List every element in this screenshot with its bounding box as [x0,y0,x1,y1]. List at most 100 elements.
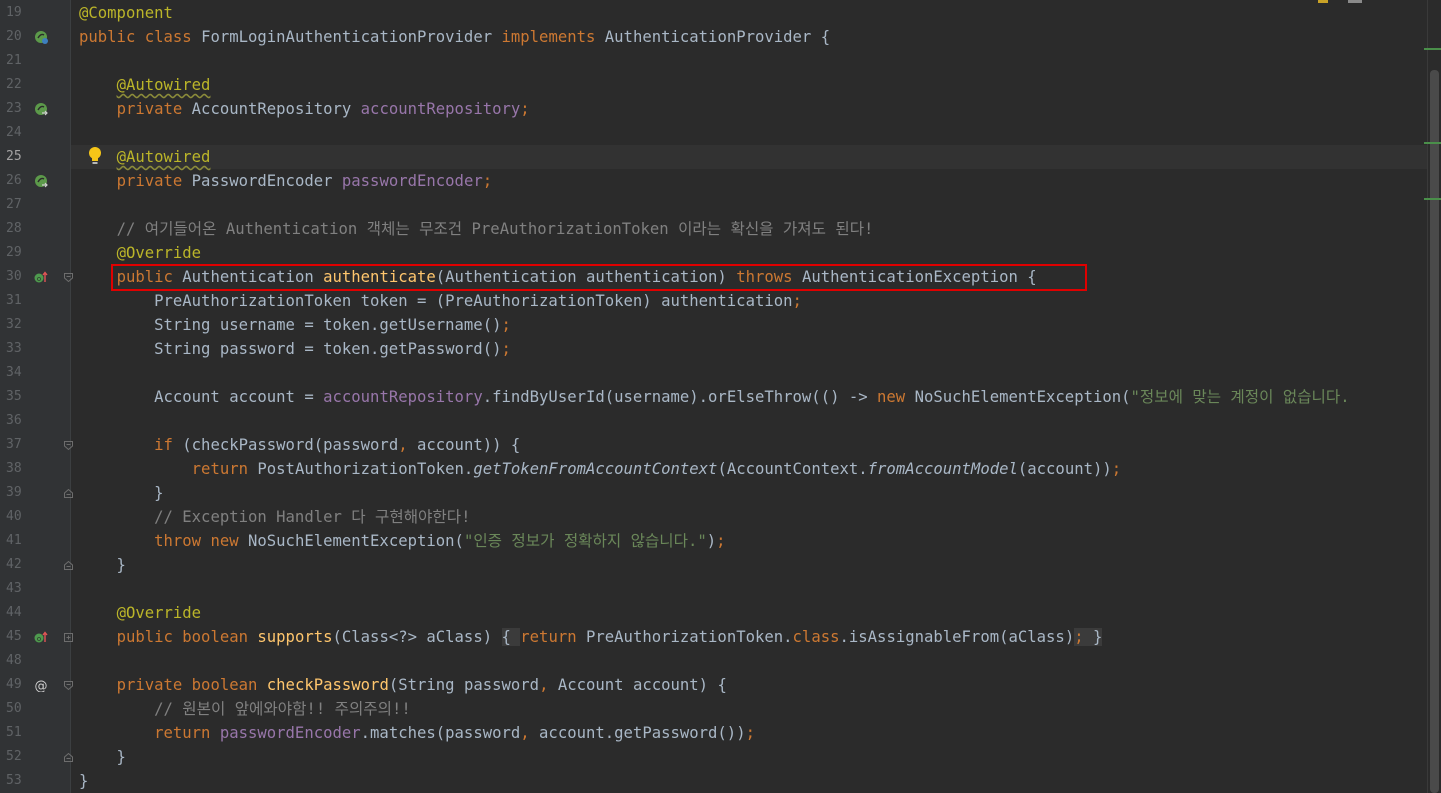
gutter-line[interactable]: 21 [0,49,70,73]
lightbulb-icon[interactable] [87,146,103,166]
line-number: 29 [6,245,22,260]
gutter-line[interactable]: 53 [0,769,70,793]
spring-autowired-icon[interactable] [34,102,48,116]
gutter-line[interactable]: 35 [0,385,70,409]
code-line[interactable] [71,193,1427,217]
code-line[interactable] [71,49,1427,73]
code-token: public boolean [116,628,258,646]
code-line[interactable]: String password = token.getPassword(); [71,337,1427,361]
code-line[interactable]: @Autowired [71,145,1427,169]
gutter-line[interactable]: 23 [0,97,70,121]
code-line[interactable]: private PasswordEncoder passwordEncoder; [71,169,1427,193]
code-line[interactable]: Account account = accountRepository.find… [71,385,1427,409]
gutter-line[interactable]: 43 [0,577,70,601]
gutter-line[interactable]: 24 [0,121,70,145]
gutter-line[interactable]: 39 [0,481,73,505]
code-token: , [398,436,417,454]
code-token: (checkPassword(password [182,436,399,454]
gutter-line[interactable]: 44 [0,601,70,625]
code-line[interactable]: } [71,769,1427,793]
code-line[interactable]: // 여기들어온 Authentication 객체는 무조건 PreAutho… [71,217,1427,241]
spring-autowired-icon[interactable] [34,174,48,188]
code-line[interactable]: private AccountRepository accountReposit… [71,97,1427,121]
code-line[interactable]: } [71,553,1427,577]
code-line[interactable]: // Exception Handler 다 구현해야한다! [71,505,1427,529]
at-icon[interactable]: @ [34,678,48,692]
code-line[interactable]: private boolean checkPassword(String pas… [71,673,1427,697]
gutter-line[interactable]: 33 [0,337,70,361]
code-token: @Component [79,4,173,22]
change-marker[interactable] [1424,142,1441,144]
gutter-line[interactable]: 31 [0,289,70,313]
code-line[interactable]: } [71,481,1427,505]
inspection-indicator[interactable] [1318,0,1378,3]
line-number: 35 [6,389,22,404]
line-number: 43 [6,581,22,596]
gutter-line[interactable]: 37 [0,433,73,457]
gutter-line[interactable]: 25 [0,145,70,169]
code-text: @Override [79,241,202,265]
code-text: public class FormLoginAuthenticationProv… [79,25,830,49]
gutter-line[interactable]: 32 [0,313,70,337]
gutter-line[interactable]: 40 [0,505,70,529]
gutter-line[interactable]: 52 [0,745,73,769]
gutter-line[interactable]: 50 [0,697,70,721]
code-line[interactable] [71,409,1427,433]
override-icon[interactable]: o [34,630,48,644]
code-line[interactable]: @Autowired [71,73,1427,97]
code-line[interactable]: return PostAuthorizationToken.getTokenFr… [71,457,1427,481]
gutter-line[interactable]: 41 [0,529,70,553]
gutter-line[interactable]: 49 @ [0,673,73,697]
vertical-scrollbar-thumb[interactable] [1430,70,1439,793]
gutter-line[interactable]: 42 [0,553,73,577]
code-line[interactable] [71,121,1427,145]
code-token: fromAccountModel [867,460,1018,478]
code-line[interactable]: @Override [71,241,1427,265]
gutter-line[interactable]: 27 [0,193,70,217]
code-line[interactable] [71,649,1427,673]
line-number: 44 [6,605,22,620]
gutter-line[interactable]: 34 [0,361,70,385]
code-text: throw new NoSuchElementException("인증 정보가… [79,529,725,553]
code-line[interactable]: // 원본이 앞에와야함!! 주의주의!! [71,697,1427,721]
change-marker[interactable] [1424,198,1441,200]
gutter-line[interactable]: 20 [0,25,70,49]
line-number: 20 [6,29,22,44]
code-line[interactable]: public boolean supports(Class<?> aClass)… [71,625,1427,649]
code-line[interactable]: } [71,745,1427,769]
code-line[interactable] [71,361,1427,385]
gutter-line[interactable]: 38 [0,457,70,481]
gutter-line[interactable]: 48 [0,649,70,673]
gutter-line[interactable]: 26 [0,169,70,193]
code-token: passwordEncoder [219,724,361,742]
code-token: @Autowired [116,76,211,94]
change-marker[interactable] [1424,48,1441,50]
override-icon[interactable]: o [34,270,48,284]
code-token: } [79,484,164,502]
code-editor[interactable]: @Component public class FormLoginAuthenti… [71,0,1427,793]
code-line[interactable] [71,577,1427,601]
gutter-line[interactable]: 45 o [0,625,73,649]
code-line[interactable]: PreAuthorizationToken token = (PreAuthor… [71,289,1427,313]
gutter-line[interactable]: 19 [0,1,70,25]
gutter-line[interactable]: 30 o [0,265,73,289]
gutter-line[interactable]: 36 [0,409,70,433]
code-line[interactable]: String username = token.getUsername(); [71,313,1427,337]
spring-bean-icon[interactable] [34,30,48,44]
gutter-line[interactable]: 28 [0,217,70,241]
code-token: checkPassword [266,676,389,694]
gutter-line[interactable]: 51 [0,721,70,745]
gutter-line[interactable]: 22 [0,73,70,97]
code-line[interactable]: public class FormLoginAuthenticationProv… [71,25,1427,49]
code-line[interactable]: if (checkPassword(password, account)) { [71,433,1427,457]
code-line[interactable]: @Component [71,1,1427,25]
code-token: } [79,772,89,790]
code-token: getTokenFromAccountContext [473,460,718,478]
editor-gutter[interactable]: 19 20 21 22 23 24 25 26 27 28 29 30 o 31 32 33 34 35 36 37 3… [0,0,73,793]
code-line[interactable]: return passwordEncoder.matches(password,… [71,721,1427,745]
code-line[interactable]: throw new NoSuchElementException("인증 정보가… [71,529,1427,553]
code-line[interactable]: @Override [71,601,1427,625]
gutter-line[interactable]: 29 [0,241,70,265]
